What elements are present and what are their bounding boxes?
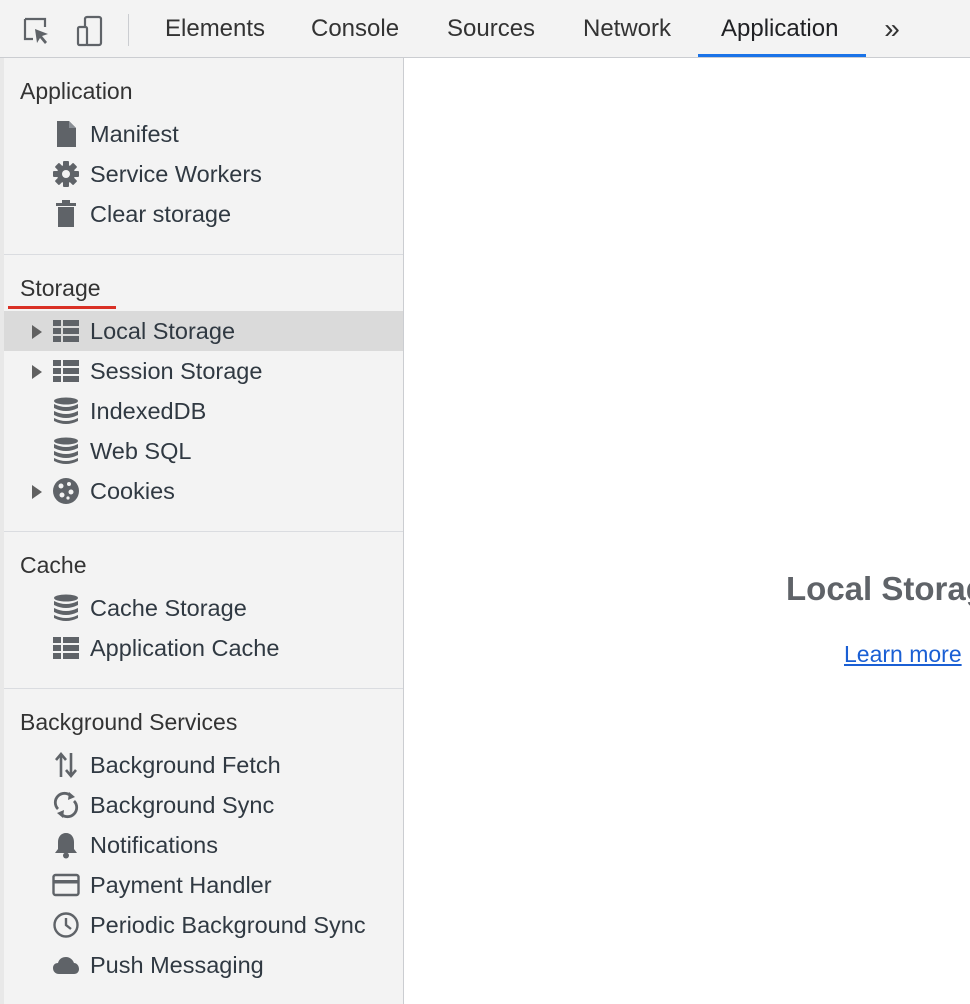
database-icon bbox=[52, 437, 80, 465]
expand-arrow-icon[interactable] bbox=[32, 325, 42, 339]
sidebar-item-label: Application Cache bbox=[90, 635, 280, 661]
bell-icon bbox=[52, 831, 80, 859]
sidebar-item-background-sync[interactable]: Background Sync bbox=[4, 785, 403, 825]
sidebar-item-manifest[interactable]: Manifest bbox=[4, 114, 403, 154]
sidebar-item-label: IndexedDB bbox=[90, 398, 207, 424]
sidebar-item-label: Background Sync bbox=[90, 792, 275, 818]
sidebar-item-indexeddb[interactable]: IndexedDB bbox=[4, 391, 403, 431]
tab-network[interactable]: Network bbox=[560, 0, 694, 57]
sidebar-item-label: Cache Storage bbox=[90, 595, 247, 621]
sidebar-item-service-workers[interactable]: Service Workers bbox=[4, 154, 403, 194]
section-storage: Storage Local Storage Session Storage In… bbox=[4, 255, 403, 532]
cookie-icon bbox=[52, 477, 80, 505]
sidebar-item-label: Clear storage bbox=[90, 201, 232, 227]
sidebar-item-label: Cookies bbox=[90, 478, 175, 504]
sidebar-item-periodic-background-sync[interactable]: Periodic Background Sync bbox=[4, 905, 403, 945]
learn-more-link[interactable]: Learn more bbox=[844, 641, 962, 668]
tab-sources[interactable]: Sources bbox=[424, 0, 558, 57]
tab-elements[interactable]: Elements bbox=[142, 0, 288, 57]
credit-card-icon bbox=[52, 871, 80, 899]
trash-icon bbox=[52, 200, 80, 228]
sidebar-item-push-messaging[interactable]: Push Messaging bbox=[4, 945, 403, 985]
clock-icon bbox=[52, 911, 80, 939]
inspect-element-icon[interactable] bbox=[19, 13, 55, 49]
sidebar-item-label: Push Messaging bbox=[90, 952, 264, 978]
expand-arrow-icon[interactable] bbox=[32, 485, 42, 499]
sidebar-item-label: Periodic Background Sync bbox=[90, 912, 366, 938]
empty-state-title: Local Storage bbox=[786, 570, 970, 607]
section-title: Application bbox=[20, 78, 133, 104]
main-panel: Local Storage Learn more bbox=[404, 58, 970, 1004]
database-icon bbox=[52, 594, 80, 622]
device-toolbar-icon[interactable] bbox=[72, 13, 108, 49]
focus-underline bbox=[8, 306, 116, 309]
sidebar-item-label: Web SQL bbox=[90, 438, 192, 464]
sidebar-item-label: Session Storage bbox=[90, 358, 263, 384]
sidebar-item-cookies[interactable]: Cookies bbox=[4, 471, 403, 511]
sidebar-item-notifications[interactable]: Notifications bbox=[4, 825, 403, 865]
more-tabs-button[interactable]: » bbox=[870, 0, 914, 57]
tab-application[interactable]: Application bbox=[698, 0, 866, 57]
gear-icon bbox=[52, 160, 80, 188]
up-down-arrows-icon bbox=[52, 751, 80, 779]
section-title-text: Storage bbox=[20, 275, 101, 301]
sidebar-item-web-sql[interactable]: Web SQL bbox=[4, 431, 403, 471]
sidebar-item-background-fetch[interactable]: Background Fetch bbox=[4, 745, 403, 785]
section-cache: Cache Cache Storage Application Cache bbox=[4, 532, 403, 689]
sidebar-item-label: Local Storage bbox=[90, 318, 236, 344]
cloud-icon bbox=[52, 951, 80, 979]
grid-icon bbox=[52, 317, 80, 345]
devtools-toolbar: Elements Console Sources Network Applica… bbox=[0, 0, 970, 58]
sidebar-item-label: Background Fetch bbox=[90, 752, 281, 778]
section-title: Background Services bbox=[20, 709, 238, 735]
document-icon bbox=[52, 120, 80, 148]
database-icon bbox=[52, 397, 80, 425]
application-sidebar: Application Manifest Service Workers Cle… bbox=[4, 58, 404, 1004]
section-title: Storage bbox=[4, 265, 403, 311]
tab-console[interactable]: Console bbox=[288, 0, 422, 57]
sidebar-item-session-storage[interactable]: Session Storage bbox=[4, 351, 403, 391]
section-background-services: Background Services Background Fetch Bac… bbox=[4, 689, 403, 985]
sidebar-item-label: Manifest bbox=[90, 121, 179, 147]
section-application: Application Manifest Service Workers Cle… bbox=[4, 58, 403, 255]
sidebar-item-label: Service Workers bbox=[90, 161, 262, 187]
sidebar-item-payment-handler[interactable]: Payment Handler bbox=[4, 865, 403, 905]
sidebar-item-cache-storage[interactable]: Cache Storage bbox=[4, 588, 403, 628]
sidebar-item-application-cache[interactable]: Application Cache bbox=[4, 628, 403, 668]
sync-icon bbox=[52, 791, 80, 819]
sidebar-item-label: Notifications bbox=[90, 832, 218, 858]
sidebar-item-label: Payment Handler bbox=[90, 872, 272, 898]
grid-icon bbox=[52, 357, 80, 385]
sidebar-item-clear-storage[interactable]: Clear storage bbox=[4, 194, 403, 234]
sidebar-item-local-storage[interactable]: Local Storage bbox=[4, 311, 403, 351]
section-title: Cache bbox=[20, 552, 87, 578]
toolbar-separator bbox=[128, 14, 129, 46]
expand-arrow-icon[interactable] bbox=[32, 365, 42, 379]
grid-icon bbox=[52, 634, 80, 662]
